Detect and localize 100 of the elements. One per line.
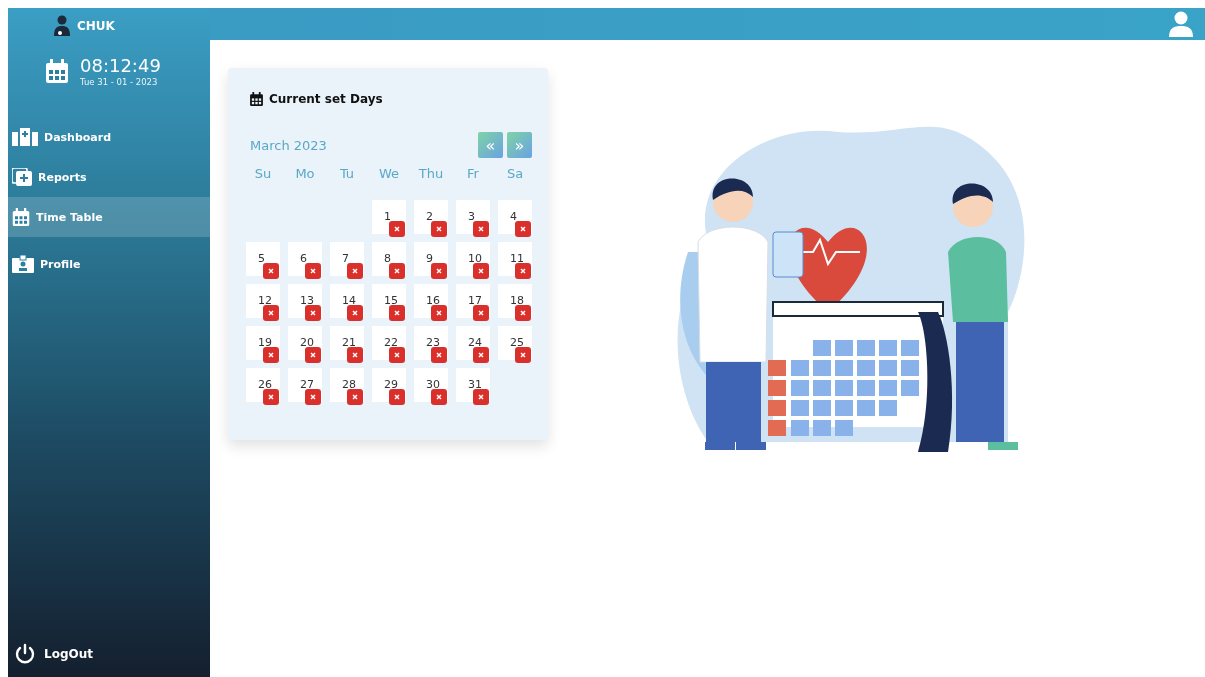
remove-day-button[interactable] [431, 305, 447, 321]
close-icon [520, 310, 526, 316]
day-number: 20 [300, 336, 314, 349]
remove-day-button[interactable] [263, 347, 279, 363]
remove-day-button[interactable] [305, 263, 321, 279]
id-badge-icon [12, 255, 34, 273]
remove-day-button[interactable] [305, 347, 321, 363]
day-number: 25 [510, 336, 524, 349]
power-icon [14, 643, 36, 665]
brand-name: CHUK [77, 19, 115, 33]
remove-day-button[interactable] [473, 389, 489, 405]
sidebar-item[interactable]: Profile [8, 237, 210, 291]
close-icon [394, 394, 400, 400]
remove-day-button[interactable] [431, 389, 447, 405]
day-number: 6 [300, 252, 307, 265]
close-icon [310, 352, 316, 358]
day-number: 29 [384, 378, 398, 391]
remove-day-button[interactable] [389, 305, 405, 321]
day-number: 19 [258, 336, 272, 349]
day-number: 10 [468, 252, 482, 265]
day-number: 14 [342, 294, 356, 307]
sidebar-item[interactable]: Dashboard [8, 117, 210, 157]
day-number: 24 [468, 336, 482, 349]
remove-day-button[interactable] [473, 305, 489, 321]
close-icon [520, 268, 526, 274]
remove-day-button[interactable] [305, 389, 321, 405]
close-icon [478, 352, 484, 358]
remove-day-button[interactable] [347, 389, 363, 405]
close-icon [478, 310, 484, 316]
day-number: 3 [468, 210, 475, 223]
logout-link[interactable]: LogOut [8, 643, 210, 677]
close-icon [436, 394, 442, 400]
month-label: March 2023 [250, 137, 327, 153]
remove-day-button[interactable] [515, 347, 531, 363]
remove-day-button[interactable] [389, 347, 405, 363]
remove-day-button[interactable] [389, 263, 405, 279]
remove-day-button[interactable] [347, 347, 363, 363]
day-number: 4 [510, 210, 517, 223]
close-icon [436, 352, 442, 358]
close-icon [352, 394, 358, 400]
weekday-label: Tu [338, 166, 356, 183]
close-icon [436, 310, 442, 316]
remove-day-button[interactable] [305, 305, 321, 321]
close-icon [268, 268, 274, 274]
day-number: 26 [258, 378, 272, 391]
close-icon [352, 352, 358, 358]
day-number: 17 [468, 294, 482, 307]
day-number: 28 [342, 378, 356, 391]
day-number: 11 [510, 252, 524, 265]
day-number: 1 [384, 210, 391, 223]
remove-day-button[interactable] [431, 347, 447, 363]
close-icon [352, 268, 358, 274]
day-number: 12 [258, 294, 272, 307]
close-icon [520, 352, 526, 358]
sidebar-item[interactable]: Time Table [8, 197, 210, 237]
remove-day-button[interactable] [431, 263, 447, 279]
remove-day-button[interactable] [263, 263, 279, 279]
close-icon [478, 226, 484, 232]
day-number: 16 [426, 294, 440, 307]
remove-day-button[interactable] [515, 221, 531, 237]
close-icon [394, 268, 400, 274]
close-icon [310, 268, 316, 274]
remove-day-button[interactable] [263, 389, 279, 405]
clock-date: Tue 31 - 01 - 2023 [80, 77, 159, 87]
weekday-label: Mo [294, 166, 316, 183]
close-icon [310, 310, 316, 316]
day-number: 9 [426, 252, 433, 265]
day-number: 13 [300, 294, 314, 307]
calendar-icon [12, 208, 30, 226]
remove-day-button[interactable] [473, 347, 489, 363]
day-number: 7 [342, 252, 349, 265]
previous-month-button[interactable]: « [478, 132, 503, 158]
weekday-label: Sa [505, 166, 525, 183]
close-icon [310, 394, 316, 400]
weekday-label: Fr [466, 166, 480, 183]
close-icon [394, 226, 400, 232]
user-icon[interactable] [1169, 11, 1193, 37]
close-icon [268, 394, 274, 400]
day-number: 21 [342, 336, 356, 349]
close-icon [394, 310, 400, 316]
remove-day-button[interactable] [431, 221, 447, 237]
day-number: 22 [384, 336, 398, 349]
calendar-icon [250, 92, 263, 106]
next-month-button[interactable]: » [507, 132, 532, 158]
remove-day-button[interactable] [347, 305, 363, 321]
medical-folder-icon [12, 168, 32, 186]
close-icon [520, 226, 526, 232]
remove-day-button[interactable] [515, 263, 531, 279]
remove-day-button[interactable] [389, 389, 405, 405]
remove-day-button[interactable] [473, 221, 489, 237]
clock-time: 08:12:49 [80, 55, 161, 77]
remove-day-button[interactable] [473, 263, 489, 279]
remove-day-button[interactable] [389, 221, 405, 237]
remove-day-button[interactable] [347, 263, 363, 279]
sidebar-item[interactable]: Reports [8, 157, 210, 197]
day-number: 23 [426, 336, 440, 349]
weekday-label: Su [253, 166, 273, 183]
remove-day-button[interactable] [515, 305, 531, 321]
remove-day-button[interactable] [263, 305, 279, 321]
close-icon [268, 352, 274, 358]
